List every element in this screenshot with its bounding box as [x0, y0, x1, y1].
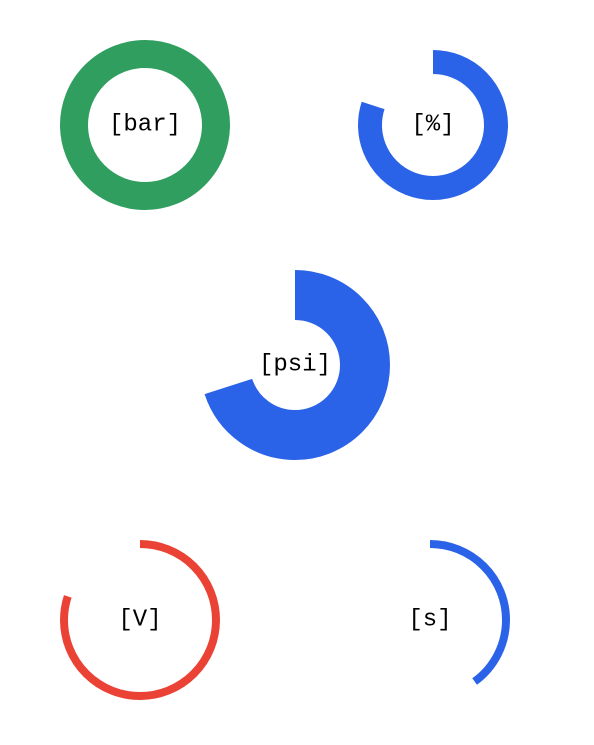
- gauge-seconds-label: [s]: [408, 607, 451, 634]
- gauge-volts: [V]: [60, 540, 220, 700]
- gauge-bar-label: [bar]: [109, 112, 181, 139]
- gauge-psi: [psi]: [200, 270, 390, 460]
- gauge-seconds: [s]: [350, 540, 510, 700]
- gauge-psi-label: [psi]: [259, 352, 331, 379]
- gauge-bar: [bar]: [60, 40, 230, 210]
- gauge-volts-label: [V]: [118, 607, 161, 634]
- gauge-percent: [%]: [358, 50, 508, 200]
- gauge-percent-label: [%]: [411, 112, 454, 139]
